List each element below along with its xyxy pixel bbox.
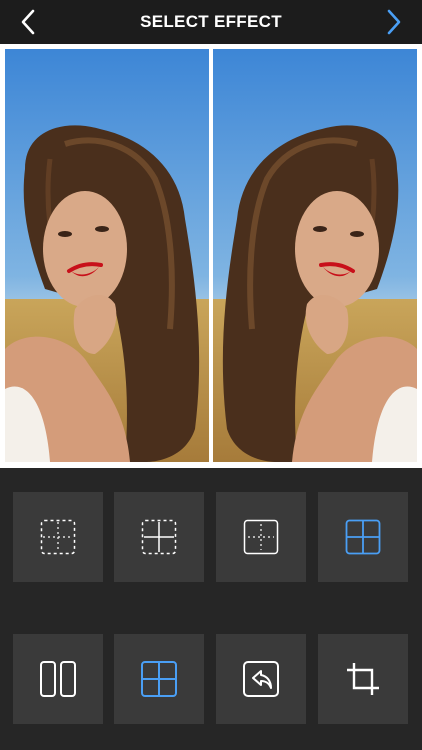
effect-grid-selected[interactable] [114,634,204,724]
split-two-columns-icon [40,661,76,697]
effect-split-columns[interactable] [13,634,103,724]
chevron-left-icon [21,9,35,35]
back-button[interactable] [12,6,44,38]
undo-share-icon [243,661,279,697]
chevron-right-icon [387,9,401,35]
preview-photo-right [213,49,417,462]
grid-solid-icon [141,661,177,697]
effect-grid-dashed-outer[interactable] [13,492,103,582]
effect-grid-dashed-center[interactable] [114,492,204,582]
grid-solid-icon [345,519,381,555]
effect-grid-solid[interactable] [318,492,408,582]
undo-button[interactable] [216,634,306,724]
grid-center-dashed-icon [243,519,279,555]
effect-grid-center-dashed[interactable] [216,492,306,582]
grid-dashed-outer-icon [40,519,76,555]
page-title: SELECT EFFECT [140,12,282,31]
next-button[interactable] [378,6,410,38]
effect-preview [0,44,422,468]
crop-button[interactable] [318,634,408,724]
grid-dashed-center-icon [141,519,177,555]
crop-icon [347,663,379,695]
effect-toolbar [0,468,422,750]
preview-photo-left [5,49,209,462]
nav-bar: SELECT EFFECT [0,0,422,44]
